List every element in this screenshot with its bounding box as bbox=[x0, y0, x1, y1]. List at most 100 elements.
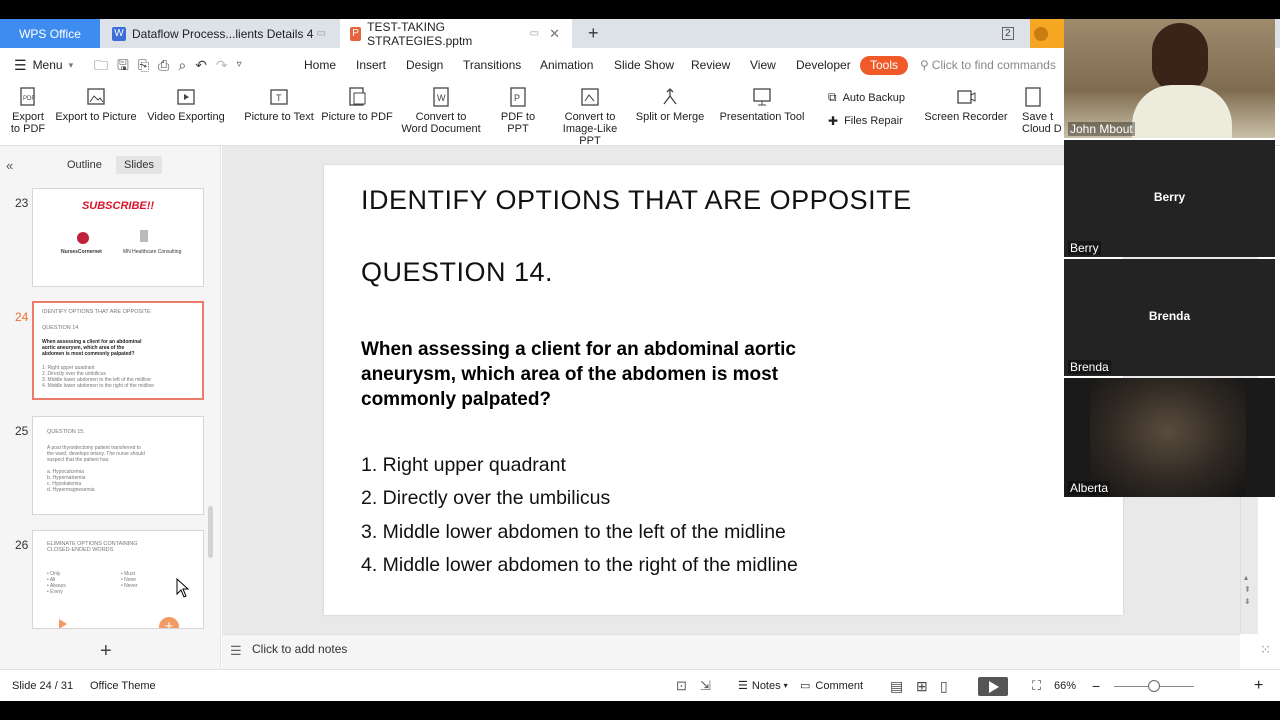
presentation-tool-button[interactable]: Presentation Tool bbox=[714, 86, 810, 123]
export-icon[interactable]: ⎘ bbox=[138, 48, 149, 82]
zoom-slider-handle[interactable] bbox=[1148, 680, 1160, 692]
undo-icon[interactable]: ↶ bbox=[195, 48, 207, 82]
notes-placeholder: Click to add notes bbox=[252, 642, 348, 656]
menu-animation[interactable]: Animation bbox=[540, 48, 593, 82]
video-tile-berry[interactable]: Berry Berry bbox=[1064, 140, 1275, 257]
split-merge-button[interactable]: Split or Merge bbox=[634, 86, 706, 123]
tab-wps-label: WPS Office bbox=[19, 26, 81, 41]
slide-option-1: 1. Right upper quadrant bbox=[361, 454, 566, 476]
menu-insert[interactable]: Insert bbox=[356, 48, 386, 82]
play-icon[interactable] bbox=[59, 619, 67, 628]
reading-view-icon[interactable]: ▯ bbox=[940, 670, 948, 702]
thumb-title: SUBSCRIBE!! bbox=[81, 200, 155, 212]
menu-home[interactable]: Home bbox=[304, 48, 336, 82]
command-search[interactable]: ⚲ Click to find commands bbox=[920, 48, 1056, 82]
add-slide-plus-icon[interactable]: + bbox=[159, 617, 179, 628]
new-slide-button[interactable]: + bbox=[100, 640, 112, 663]
export-to-pdf-button[interactable]: PDF Export to PDF bbox=[8, 86, 48, 135]
monitor-icon: ▭ bbox=[316, 28, 326, 39]
zoom-in-icon[interactable]: + bbox=[1254, 670, 1263, 702]
avatar[interactable] bbox=[1030, 19, 1064, 48]
files-repair-button[interactable]: ✚ Files Repair bbox=[828, 114, 903, 128]
svg-text:W: W bbox=[437, 93, 446, 103]
hamburger-icon: ☰ bbox=[14, 57, 27, 73]
tab-dataflow-doc[interactable]: W Dataflow Process...lients Details 4 ▭ bbox=[102, 19, 338, 48]
tab-wps-office[interactable]: WPS Office bbox=[0, 19, 100, 48]
image-ppt-icon bbox=[581, 88, 599, 106]
pdf-to-ppt-button[interactable]: P PDF to PPT bbox=[490, 86, 546, 135]
convert-to-word-button[interactable]: W Convert to Word Document bbox=[398, 86, 484, 135]
video-tile-john[interactable]: John Mbout bbox=[1064, 19, 1275, 138]
cloud-icon bbox=[1025, 87, 1041, 107]
current-slide[interactable]: IDENTIFY OPTIONS THAT ARE OPPOSITE QUEST… bbox=[324, 165, 1123, 615]
print-icon[interactable]: ⎙ bbox=[158, 48, 169, 82]
zoom-level[interactable]: 66% bbox=[1054, 670, 1076, 702]
menu-transitions[interactable]: Transitions bbox=[463, 48, 521, 82]
redo-icon[interactable]: ↷ bbox=[216, 48, 228, 82]
menu-review[interactable]: Review bbox=[691, 48, 730, 82]
transfer-icon[interactable]: ⇲ bbox=[700, 670, 711, 702]
slide-thumbnail-25[interactable]: QUESTION 15. A post thyroidectomy patien… bbox=[32, 416, 204, 515]
slide-sorter-icon[interactable]: ⊞ bbox=[916, 670, 928, 702]
menu-view[interactable]: View bbox=[750, 48, 776, 82]
panel-scrollbar[interactable] bbox=[208, 506, 213, 558]
logo-icon bbox=[140, 230, 148, 242]
tab-ppt-doc[interactable]: P TEST-TAKING STRATEGIES.pptm ▭ ✕ bbox=[340, 19, 572, 48]
slides-tab[interactable]: Slides bbox=[116, 156, 162, 174]
menu-slide-show[interactable]: Slide Show bbox=[614, 48, 674, 82]
window-count-icon[interactable]: 2 bbox=[992, 19, 1014, 48]
comment-button[interactable]: ▭ Comment bbox=[800, 670, 863, 702]
grid-icon[interactable]: ⁙ bbox=[1260, 642, 1271, 658]
participant-name: Berry bbox=[1068, 241, 1101, 255]
tab-doc-label: Dataflow Process...lients Details 4 bbox=[132, 26, 314, 41]
picture-to-text-button[interactable]: T Picture to Text bbox=[243, 86, 315, 123]
new-tab-button[interactable]: + bbox=[578, 19, 606, 48]
video-background bbox=[1090, 378, 1246, 497]
video-exporting-button[interactable]: Video Exporting bbox=[145, 86, 227, 123]
presentation-tool-icon bbox=[753, 88, 771, 106]
person-head bbox=[1152, 23, 1208, 91]
pdf-ppt-icon: P bbox=[510, 87, 526, 107]
slide-number: 25 bbox=[15, 424, 29, 438]
save-to-cloud-button[interactable]: Save t Cloud D bbox=[1022, 86, 1064, 135]
menu-tools[interactable]: Tools bbox=[860, 56, 909, 75]
svg-text:PDF: PDF bbox=[23, 96, 35, 102]
picture-pdf-icon bbox=[349, 87, 366, 106]
close-icon[interactable]: ✕ bbox=[549, 26, 560, 42]
search-icon: ⚲ bbox=[920, 58, 929, 72]
screen-recorder-button[interactable]: Screen Recorder bbox=[924, 86, 1008, 123]
outline-tab[interactable]: Outline bbox=[67, 159, 102, 171]
notes-pane[interactable]: ☰ Click to add notes bbox=[222, 634, 1240, 669]
slideshow-play-button[interactable] bbox=[978, 677, 1008, 696]
picture-to-pdf-button[interactable]: Picture to PDF bbox=[321, 86, 393, 123]
open-folder-icon[interactable]: 🗀 bbox=[94, 48, 108, 82]
print-preview-icon[interactable]: ⌕ bbox=[178, 48, 186, 82]
normal-view-icon[interactable]: ▤ bbox=[890, 670, 903, 702]
main-menu-button[interactable]: ☰ Menu ▾ bbox=[14, 48, 73, 82]
auto-backup-button[interactable]: ⧉ Auto Backup bbox=[828, 90, 905, 105]
notes-toggle[interactable]: ☰ Notes ▾ bbox=[738, 670, 788, 702]
video-tile-brenda[interactable]: Brenda Brenda bbox=[1064, 259, 1275, 376]
slide-number: 23 bbox=[15, 196, 29, 210]
person-shirt bbox=[1132, 85, 1232, 138]
slide-number: 26 bbox=[15, 538, 29, 552]
video-icon bbox=[177, 89, 195, 105]
video-tile-alberta[interactable]: Alberta bbox=[1064, 378, 1275, 497]
fit-window-icon[interactable]: ⛶ bbox=[1032, 670, 1041, 702]
menu-design[interactable]: Design bbox=[406, 48, 443, 82]
convert-to-image-ppt-button[interactable]: Convert to Image-Like PPT bbox=[552, 86, 628, 147]
protect-icon[interactable]: ⊡ bbox=[676, 670, 687, 702]
participant-name: Brenda bbox=[1068, 360, 1111, 374]
page-nav-icons[interactable]: ▴ ⇞ ⇟ bbox=[1244, 572, 1251, 608]
collapse-panel-icon[interactable]: « bbox=[6, 158, 13, 173]
customize-icon[interactable]: ▿ bbox=[237, 48, 242, 82]
word-convert-icon: W bbox=[433, 87, 449, 107]
slide-thumbnail-24[interactable]: IDENTIFY OPTIONS THAT ARE OPPOSITE QUEST… bbox=[32, 301, 204, 400]
theme-name[interactable]: Office Theme bbox=[90, 670, 156, 702]
save-icon[interactable]: 🖫 bbox=[117, 48, 129, 82]
participant-center-name: Berry bbox=[1153, 190, 1186, 204]
export-to-picture-button[interactable]: Export to Picture bbox=[54, 86, 138, 123]
menu-developer[interactable]: Developer bbox=[796, 48, 851, 82]
slide-thumbnail-23[interactable]: SUBSCRIBE!! NursesCornernet MN Healthcar… bbox=[32, 188, 204, 287]
zoom-out-icon[interactable]: − bbox=[1092, 670, 1100, 702]
